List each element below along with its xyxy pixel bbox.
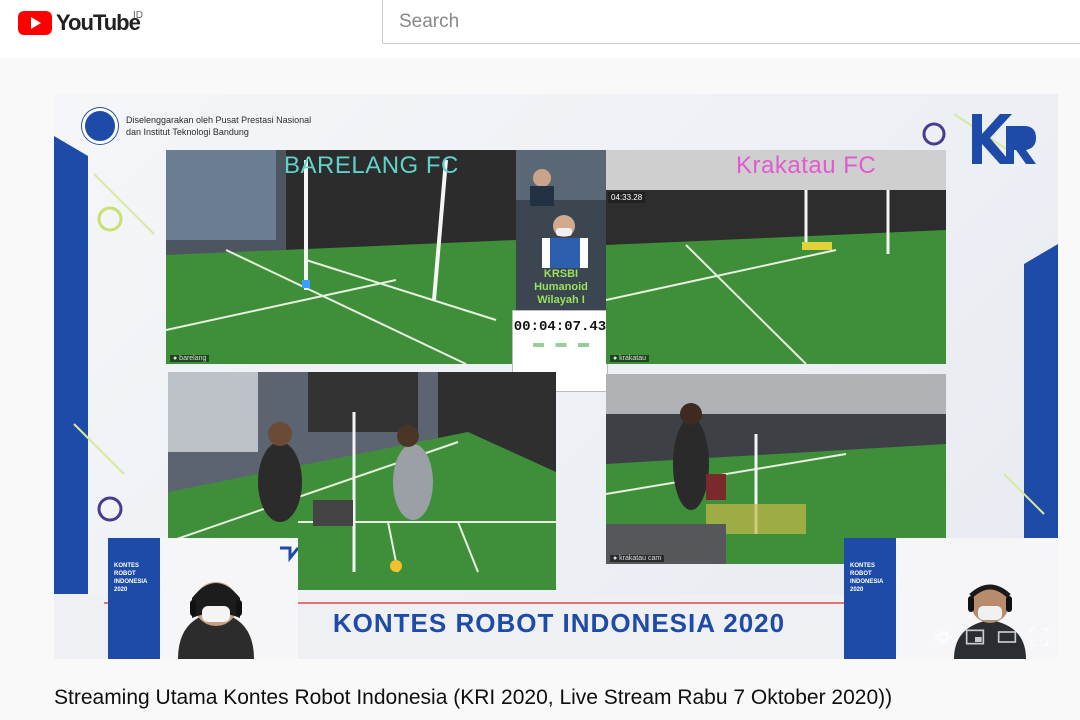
camera-caption: ● barelang <box>170 355 210 362</box>
player-controls <box>932 627 1050 647</box>
camera-caption: ● krakatau cam <box>610 555 665 562</box>
organizer-line-2: dan Institut Teknologi Bandung <box>126 127 249 137</box>
miniplayer-icon[interactable] <box>964 627 986 647</box>
gear-icon[interactable] <box>932 627 954 647</box>
camera-caption: ● krakatau <box>610 355 650 362</box>
krsbi-line-2: Humanoid <box>534 281 588 293</box>
region-code: ID <box>133 10 143 21</box>
match-timer: 00:04:07.43 <box>513 319 607 335</box>
host-camera-left: KONTES ROBOT INDONESIA 2020 <box>108 538 298 659</box>
krsbi-line-1: KRSBI <box>543 268 579 280</box>
camera-feed-barelang: BARELANG FC ● barelang <box>166 150 516 364</box>
organizer-line-1: Diselenggarakan oleh Pusat Prestasi Nasi… <box>126 115 312 125</box>
camera-feed-krakatau: 04:33.28 Krakatau FC ● krakatau <box>606 150 946 364</box>
logo-text: YouTube <box>56 10 141 35</box>
small-scoreboard: 04:33.28 <box>608 192 646 203</box>
banner-title: KONTES ROBOT INDONESIA 2020 <box>332 608 786 638</box>
kri-logo <box>972 114 1036 164</box>
youtube-logo[interactable]: YouTube <box>18 10 141 36</box>
kemdikbud-logo <box>82 108 118 144</box>
camera-feed-field-4: ● krakatau cam <box>606 374 946 564</box>
krsbi-line-3: Wilayah I <box>537 294 585 306</box>
referee-camera: KRSBI Humanoid Wilayah I <box>516 150 606 310</box>
masthead: YouTube ID <box>0 0 1080 58</box>
search-input[interactable] <box>383 0 1080 43</box>
video-title: Streaming Utama Kontes Robot Indonesia (… <box>54 686 893 709</box>
timer-indicator <box>533 343 589 347</box>
krsbi-caption: KRSBI Humanoid Wilayah I <box>516 268 606 307</box>
organizer-credit: Diselenggarakan oleh Pusat Prestasi Nasi… <box>82 108 311 144</box>
team-label-left: BARELANG FC <box>284 152 459 179</box>
theater-mode-icon[interactable] <box>996 627 1018 647</box>
youtube-play-icon <box>18 11 52 35</box>
video-player[interactable]: Diselenggarakan oleh Pusat Prestasi Nasi… <box>54 94 1058 659</box>
team-label-right: Krakatau FC <box>736 152 877 179</box>
search-box[interactable] <box>382 0 1080 44</box>
fullscreen-icon[interactable] <box>1028 627 1050 647</box>
